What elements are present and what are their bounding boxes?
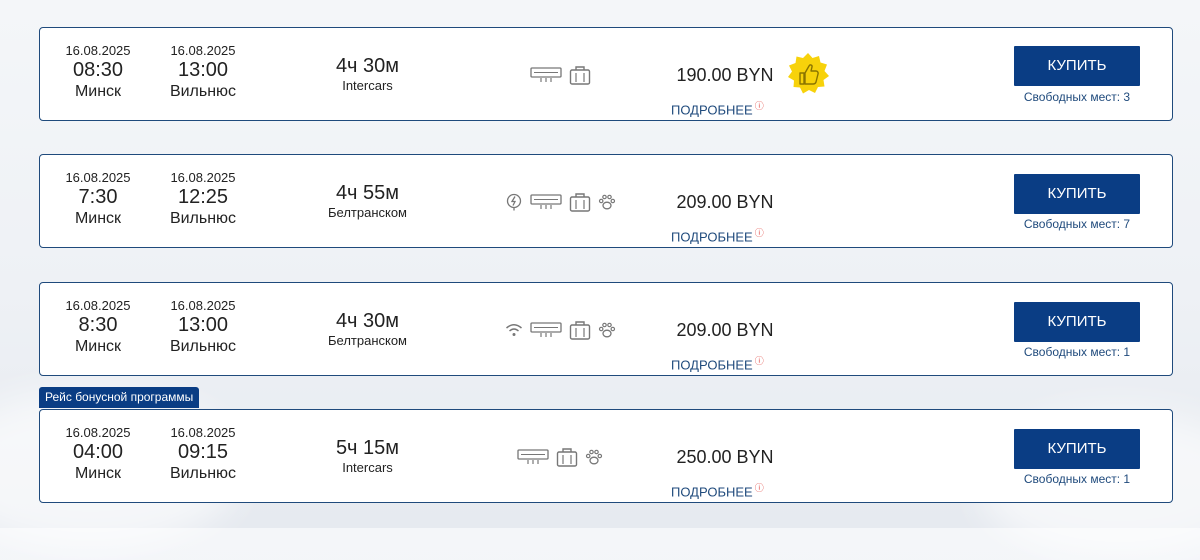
arrival-city: Вильнюс (169, 83, 237, 100)
arrival-city: Вильнюс (169, 465, 237, 482)
pets-icon (598, 194, 615, 210)
bonus-program-tag: Рейс бонусной программы (39, 387, 200, 408)
info-icon: ⓘ (754, 356, 764, 366)
duration-block: 4ч 30м Белтранском (310, 309, 425, 348)
duration-block: 5ч 15м Intercars (310, 436, 425, 475)
arrival-time: 12:25 (177, 186, 229, 208)
departure-date: 16.08.2025 (65, 425, 131, 440)
available-seats: Свободных мест: 1 (1023, 472, 1131, 486)
details-label: ПОДРОБНЕЕ (671, 229, 753, 245)
carrier-name: Белтранском (327, 333, 407, 348)
details-label: ПОДРОБНЕЕ (671, 102, 753, 118)
available-seats: Свободных мест: 3 (1023, 90, 1131, 104)
departure-date: 16.08.2025 (65, 43, 131, 58)
available-seats: Свободных мест: 1 (1023, 345, 1131, 359)
ticket-price: 209.00 BYN (676, 320, 774, 340)
departure-time: 08:30 (72, 59, 124, 81)
arrival-date: 16.08.2025 (170, 43, 236, 58)
air-conditioning-icon (529, 322, 562, 337)
pets-icon (598, 322, 615, 338)
info-icon: ⓘ (754, 101, 764, 111)
arrival-block: 16.08.2025 12:25 Вильнюс (163, 170, 243, 229)
luggage-icon (569, 193, 590, 212)
wifi-icon (505, 324, 522, 336)
luggage-icon (569, 66, 590, 85)
charging-icon (506, 193, 521, 211)
air-conditioning-icon (529, 67, 562, 82)
amenities (480, 28, 640, 122)
carrier-name: Intercars (342, 460, 393, 475)
arrival-date: 16.08.2025 (170, 170, 236, 185)
departure-block: 16.08.2025 8:30 Минск (58, 298, 138, 357)
air-conditioning-icon (517, 449, 549, 464)
trip-card: 16.08.2025 8:30 Минск 16.08.2025 13:00 В… (39, 282, 1173, 376)
departure-city: Минск (74, 83, 122, 100)
departure-block: 16.08.2025 08:30 Минск (58, 43, 138, 102)
recommended-badge (786, 52, 830, 101)
info-icon: ⓘ (754, 228, 764, 238)
carrier-name: Белтранском (327, 205, 407, 220)
arrival-block: 16.08.2025 13:00 Вильнюс (163, 298, 243, 357)
departure-city: Минск (74, 338, 122, 355)
details-label: ПОДРОБНЕЕ (671, 357, 753, 373)
buy-button[interactable]: КУПИТЬ (1014, 174, 1140, 214)
departure-time: 04:00 (72, 441, 124, 463)
departure-date: 16.08.2025 (65, 298, 131, 313)
departure-block: 16.08.2025 04:00 Минск (58, 425, 138, 484)
duration-block: 4ч 30м Intercars (310, 54, 425, 93)
pets-icon (585, 449, 603, 465)
carrier-name: Intercars (342, 78, 393, 93)
arrival-city: Вильнюс (169, 338, 237, 355)
arrival-city: Вильнюс (169, 210, 237, 227)
arrival-block: 16.08.2025 13:00 Вильнюс (163, 43, 243, 102)
trip-duration: 4ч 30м (335, 55, 400, 77)
trip-duration: 4ч 55м (335, 182, 400, 204)
trip-duration: 5ч 15м (335, 437, 400, 459)
thumbs-up-icon (788, 53, 829, 94)
trip-duration: 4ч 30м (335, 310, 400, 332)
departure-block: 16.08.2025 7:30 Минск (58, 170, 138, 229)
buy-button[interactable]: КУПИТЬ (1014, 46, 1140, 86)
luggage-icon (556, 448, 578, 467)
details-link[interactable]: ПОДРОБНЕЕ ⓘ (671, 99, 764, 117)
arrival-date: 16.08.2025 (170, 425, 236, 440)
air-conditioning-icon (529, 194, 562, 209)
departure-time: 7:30 (78, 186, 118, 208)
ticket-price: 190.00 BYN (676, 65, 774, 85)
arrival-time: 09:15 (177, 441, 229, 463)
departure-date: 16.08.2025 (65, 170, 131, 185)
details-label: ПОДРОБНЕЕ (671, 484, 753, 500)
buy-button[interactable]: КУПИТЬ (1014, 302, 1140, 342)
arrival-time: 13:00 (177, 314, 229, 336)
ticket-price: 250.00 BYN (676, 447, 774, 467)
departure-time: 8:30 (78, 314, 118, 336)
trip-card: 16.08.2025 04:00 Минск 16.08.2025 09:15 … (39, 409, 1173, 503)
arrival-date: 16.08.2025 (170, 298, 236, 313)
buy-button[interactable]: КУПИТЬ (1014, 429, 1140, 469)
details-link[interactable]: ПОДРОБНЕЕ ⓘ (671, 354, 764, 372)
details-link[interactable]: ПОДРОБНЕЕ ⓘ (671, 226, 764, 244)
duration-block: 4ч 55м Белтранском (310, 181, 425, 220)
info-icon: ⓘ (754, 483, 764, 493)
arrival-time: 13:00 (177, 59, 229, 81)
amenities (480, 155, 640, 249)
departure-city: Минск (74, 465, 122, 482)
arrival-block: 16.08.2025 09:15 Вильнюс (163, 425, 243, 484)
ticket-price: 209.00 BYN (676, 192, 774, 212)
details-link[interactable]: ПОДРОБНЕЕ ⓘ (671, 481, 764, 499)
trip-card: 16.08.2025 7:30 Минск 16.08.2025 12:25 В… (39, 154, 1173, 248)
departure-city: Минск (74, 210, 122, 227)
amenities (480, 410, 640, 504)
amenities (480, 283, 640, 377)
trip-card: 16.08.2025 08:30 Минск 16.08.2025 13:00 … (39, 27, 1173, 121)
luggage-icon (569, 321, 590, 340)
available-seats: Свободных мест: 7 (1023, 217, 1131, 231)
